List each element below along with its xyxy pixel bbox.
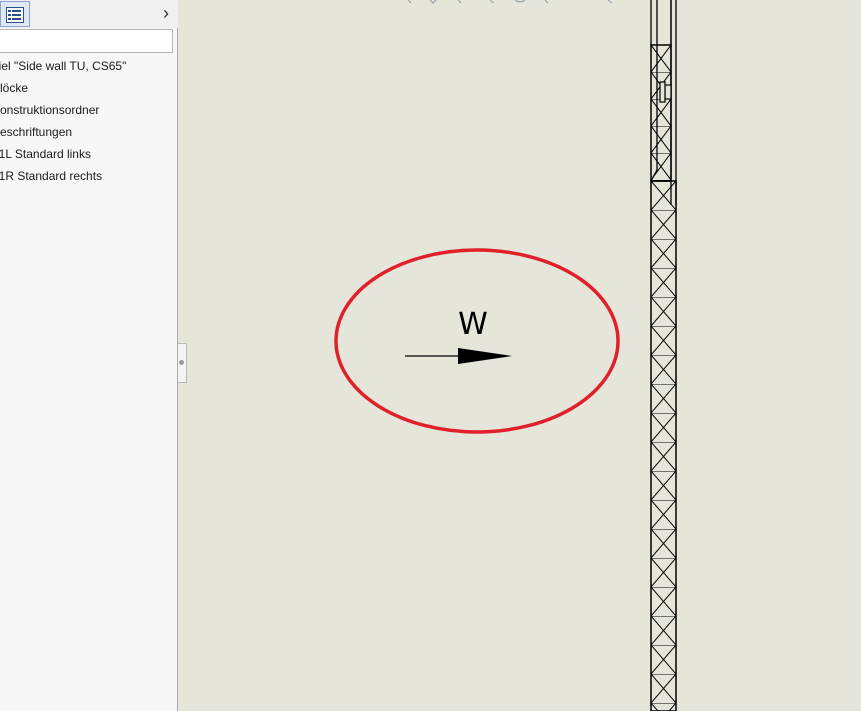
tree-item-construction-folder[interactable]: Konstruktionsordner [0,99,178,121]
tree-item-root[interactable]: piel "Side wall TU, CS65" [0,55,178,77]
filter-input[interactable] [0,29,173,53]
feature-tree: piel "Side wall TU, CS65" Blöcke Konstru… [0,55,178,187]
clipped-geometry-top [407,0,613,4]
feature-tree-tab[interactable] [0,1,30,27]
feature-manager-panel: › piel "Side wall TU, CS65" Blöcke Konst… [0,0,178,711]
tree-item-standard-right[interactable]: 01R Standard rechts [0,165,178,187]
tree-item-standard-left[interactable]: 01L Standard links [0,143,178,165]
panel-tabs-bar: › [0,0,178,28]
feature-tree-icon [6,7,24,23]
chevron-right-icon[interactable]: › [158,4,174,24]
direction-label: W [458,307,488,342]
tree-item-annotations[interactable]: Beschriftungen [0,121,178,143]
drawing-canvas[interactable]: W [179,0,861,711]
tree-item-blocks[interactable]: Blöcke [0,77,178,99]
side-wall-section[interactable] [650,0,677,711]
view-direction-arrow[interactable]: W [405,307,512,364]
